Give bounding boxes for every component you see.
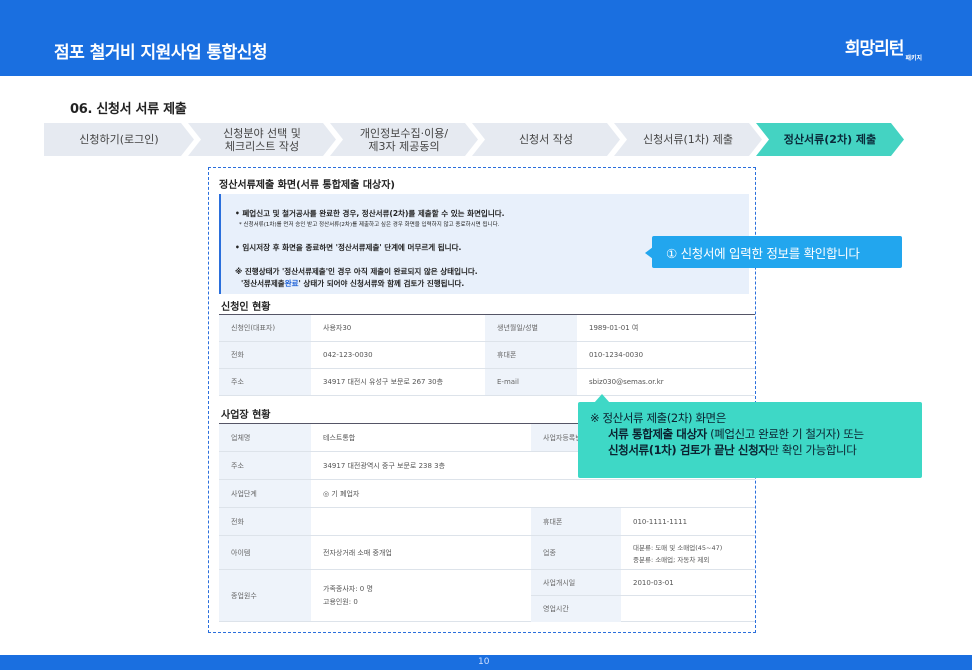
- cell-value: 34917 대전시 유성구 보문로 267 30층: [323, 378, 444, 386]
- footer-bar: 10: [0, 655, 972, 670]
- cell-label: 휴대폰: [485, 342, 577, 368]
- process-steps: 신청하기(로그인) 신청분야 선택 및 체크리스트 작성 개인정보수집·이용/ …: [44, 123, 924, 156]
- table-row: 신청인(대표자) 사용자30 생년월일/성별 1989-01-01 여: [219, 315, 755, 342]
- cell-label: 전화: [219, 508, 311, 535]
- cell-value: 34917 대전광역시 중구 보문로 238 3층: [323, 461, 446, 470]
- callout-text: ※ 정산서류 제출(2차) 화면은: [590, 411, 726, 425]
- table-row: 주소 34917 대전시 유성구 보문로 267 30층 E-mail sbiz…: [219, 369, 755, 396]
- callout-settlement-note: ※ 정산서류 제출(2차) 화면은 서류 통합제출 대상자 (폐업신고 완료한 …: [578, 394, 922, 478]
- cell-value: 1989-01-01 여: [589, 324, 639, 332]
- business-section-title: 사업장 현황: [221, 410, 271, 421]
- cell-value: [621, 596, 755, 622]
- step-select-field: 신청분야 선택 및 체크리스트 작성: [188, 123, 336, 156]
- logo-sub: 패키지: [905, 55, 922, 62]
- cell-value: 010-1234-0030: [589, 351, 644, 359]
- page-title: 점포 철거비 지원사업 통합신청: [54, 43, 268, 63]
- cell-label: 사업개시일: [531, 570, 621, 596]
- table-row: 종업원수 가족종사자: 0 명 고용인원: 0 사업개시일 2010-03-01 …: [219, 570, 755, 622]
- callout-text: 신청서류(1차) 검토가 끝난 신청자만 확인 가능합니다: [608, 443, 857, 457]
- applicant-table: 신청인(대표자) 사용자30 생년월일/성별 1989-01-01 여 전화 0…: [219, 314, 755, 396]
- notice-line: ※ 진행상태가 '정산서류제출'인 경우 아직 제출이 완료되지 않은 상태입니…: [235, 267, 478, 276]
- cell-label: 주소: [219, 452, 311, 479]
- cell-label: 주소: [219, 369, 311, 395]
- notice-line: • 폐업신고 및 철거공사를 완료한 경우, 정산서류(2차)를 제출할 수 있…: [235, 209, 505, 218]
- notice-line: • 임시저장 후 화면을 종료하면 '정산서류제출' 단계에 머무르게 됩니다.: [235, 243, 462, 252]
- callout-pointer: [645, 247, 653, 259]
- cell-value: [311, 508, 531, 535]
- screen-title: 정산서류제출 화면(서류 통합제출 대상자): [219, 180, 395, 191]
- cell-value: 전자상거래 소매 중개업: [323, 548, 392, 557]
- section-title: 06. 신청서 서류 제출: [70, 102, 187, 117]
- step-privacy-consent: 개인정보수집·이용/ 제3자 제공동의: [330, 123, 478, 156]
- cell-label: E-mail: [485, 369, 577, 395]
- cell-value: sbiz030@semas.or.kr: [589, 378, 664, 386]
- cell-label: 아이템: [219, 536, 311, 569]
- table-row: 전화 042-123-0030 휴대폰 010-1234-0030: [219, 342, 755, 369]
- cell-label: 휴대폰: [531, 508, 621, 535]
- logo-text: 희망리턴: [844, 39, 905, 59]
- brand-logo: 희망리턴 패키지: [845, 34, 922, 62]
- step-login: 신청하기(로그인): [44, 123, 194, 156]
- callout-text: 서류 통합제출 대상자 (폐업신고 완료한 기 철거자) 또는: [608, 427, 864, 441]
- step-application-write: 신청서 작성: [472, 123, 620, 156]
- table-row: 전화 휴대폰 010-1111-1111: [219, 508, 755, 536]
- cell-value: 010-1111-1111: [633, 517, 688, 526]
- notice-line: * 신청서류(1차)를 먼저 승인 받고 정산서류(2차)를 제출하고 싶은 경…: [239, 222, 500, 228]
- cell-label: 전화: [219, 342, 311, 368]
- cell-value: ◎ 기 폐업자: [323, 489, 360, 498]
- cell-label: 신청인(대표자): [219, 315, 311, 341]
- callout-text: ① 신청서에 입력한 정보를 확인합니다: [666, 245, 860, 261]
- callout-pointer: [594, 394, 610, 403]
- cell-value: 042-123-0030: [323, 351, 373, 359]
- header-bar: 점포 철거비 지원사업 통합신청 희망리턴 패키지: [0, 0, 972, 76]
- notice-line: '정산서류제출완료' 상태가 되어야 신청서류와 함께 검토가 진행됩니다.: [241, 279, 465, 288]
- applicant-section-title: 신청인 현황: [221, 302, 271, 313]
- cell-label: 생년월일/성별: [485, 315, 577, 341]
- table-row: 사업단계 ◎ 기 폐업자: [219, 480, 755, 508]
- callout-check-info: ① 신청서에 입력한 정보를 확인합니다: [645, 236, 902, 268]
- cell-value: 사용자30: [323, 324, 352, 332]
- cell-label: 사업단계: [219, 480, 311, 507]
- cell-value: 가족종사자: 0 명 고용인원: 0: [323, 585, 373, 606]
- step-first-docs: 신청서류(1차) 제출: [614, 123, 762, 156]
- cell-label: 업체명: [219, 424, 311, 451]
- cell-label: 업종: [531, 536, 621, 569]
- step-settlement-docs: 정산서류(2차) 제출: [756, 123, 904, 156]
- cell-value: 대분류: 도매 및 소매업(45~47) 중분류: 소매업; 자동차 제외: [633, 543, 723, 564]
- cell-value: 2010-03-01: [621, 570, 755, 596]
- table-row: 아이템 전자상거래 소매 중개업 업종 대분류: 도매 및 소매업(45~47)…: [219, 536, 755, 570]
- cell-value: 테스트통합: [323, 433, 356, 442]
- cell-label: 종업원수: [219, 570, 311, 621]
- page-number: 10: [478, 657, 490, 667]
- cell-label: 영업시간: [531, 596, 621, 622]
